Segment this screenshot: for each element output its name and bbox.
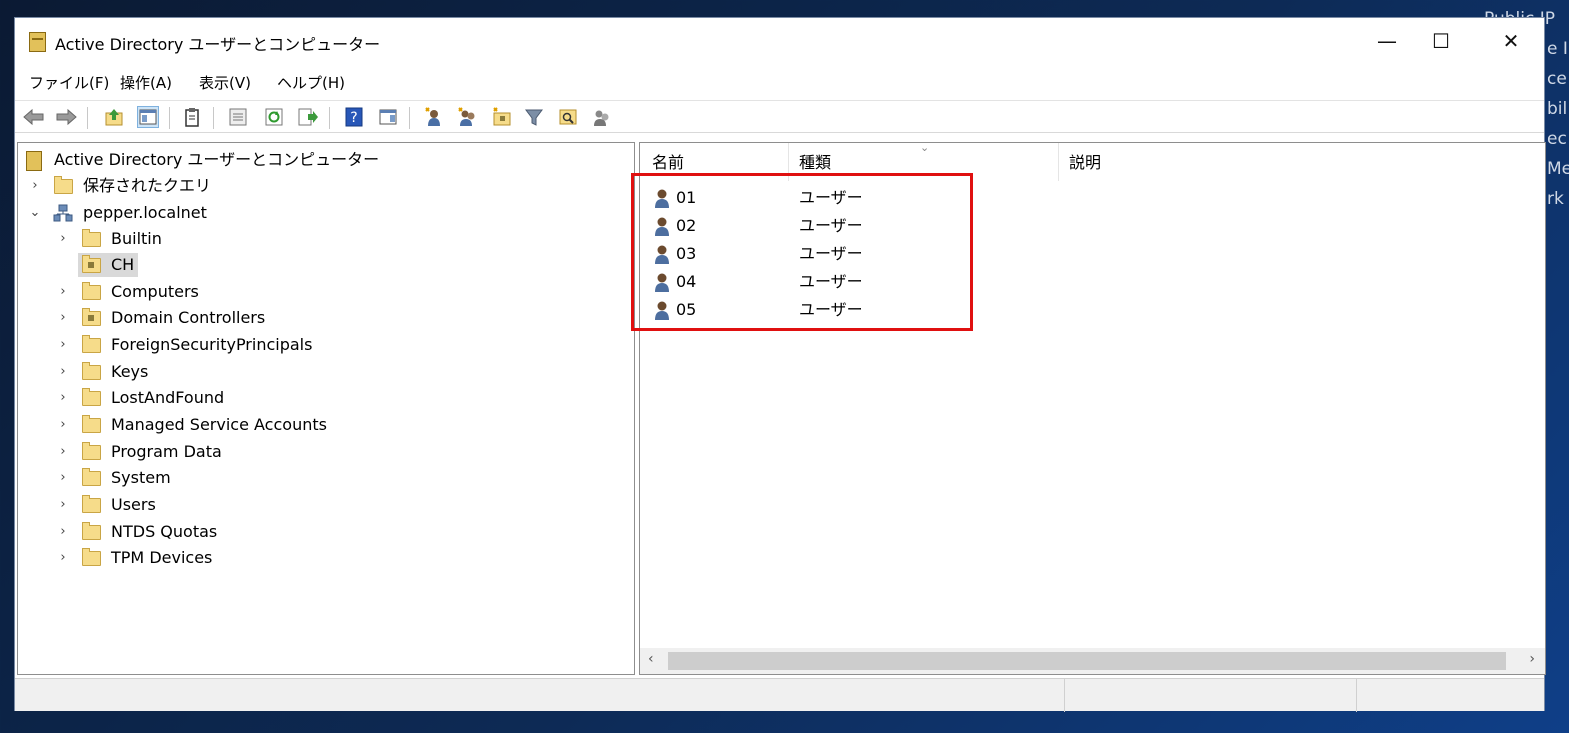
back-arrow-icon[interactable] bbox=[23, 106, 45, 128]
chevron-right-icon[interactable]: › bbox=[56, 440, 70, 464]
ad-console-icon bbox=[26, 151, 42, 171]
chevron-right-icon[interactable]: › bbox=[56, 333, 70, 357]
tree-item-label: Program Data bbox=[111, 442, 222, 461]
menu-help[interactable]: ヘルプ(H) bbox=[277, 72, 345, 93]
folder-icon bbox=[82, 388, 101, 406]
maximize-icon: ☐ bbox=[1432, 29, 1450, 53]
tree-item-label: 保存されたクエリ bbox=[83, 176, 212, 195]
forward-arrow-icon[interactable] bbox=[55, 106, 77, 128]
create-user-icon[interactable] bbox=[423, 106, 445, 128]
menu-bar: ファイル(F) 操作(A) 表示(V) ヘルプ(H) bbox=[15, 70, 1544, 96]
column-header-description[interactable]: 説明 bbox=[1069, 149, 1101, 173]
up-folder-icon[interactable] bbox=[103, 106, 125, 128]
chevron-right-icon[interactable]: › bbox=[56, 280, 70, 304]
scroll-right-icon[interactable]: › bbox=[1529, 651, 1535, 667]
tree-item-label: TPM Devices bbox=[111, 548, 213, 567]
tree-item-label: NTDS Quotas bbox=[111, 522, 218, 541]
folder-icon bbox=[82, 229, 101, 247]
folder-icon bbox=[82, 282, 101, 300]
status-bar bbox=[15, 678, 1544, 712]
close-button[interactable]: ✕ bbox=[1488, 18, 1534, 64]
chevron-right-icon[interactable]: › bbox=[56, 466, 70, 490]
clipboard-icon[interactable] bbox=[181, 106, 203, 128]
ou-folder-icon bbox=[82, 255, 101, 273]
chevron-right-icon[interactable]: › bbox=[28, 174, 42, 198]
chevron-right-icon[interactable]: › bbox=[56, 546, 70, 570]
filter-icon[interactable] bbox=[523, 106, 545, 128]
folder-icon bbox=[82, 442, 101, 460]
tree-root-label: Active Directory ユーザーとコンピューター bbox=[54, 150, 380, 169]
tree-item-label: Computers bbox=[111, 282, 199, 301]
show-action-pane-icon[interactable] bbox=[377, 106, 399, 128]
column-header-name[interactable]: 名前 bbox=[652, 149, 684, 173]
ad-console-icon bbox=[29, 32, 46, 52]
tree-item-label: CH bbox=[111, 255, 135, 274]
tree-item-label: Users bbox=[111, 495, 156, 514]
maximize-button[interactable]: ☐ bbox=[1418, 18, 1464, 64]
properties-icon[interactable] bbox=[227, 106, 249, 128]
tree-item-label: pepper.localnet bbox=[83, 203, 207, 222]
tree-item-label: Keys bbox=[111, 362, 149, 381]
chevron-right-icon[interactable]: › bbox=[56, 520, 70, 544]
create-ou-icon[interactable] bbox=[491, 106, 513, 128]
tree-item-label: Managed Service Accounts bbox=[111, 415, 327, 434]
menu-action[interactable]: 操作(A) bbox=[120, 72, 172, 93]
chevron-down-icon[interactable]: ⌄ bbox=[28, 201, 42, 225]
show-hide-tree-icon[interactable] bbox=[137, 106, 159, 128]
desktop-text-7: rk bbox=[1547, 189, 1564, 209]
chevron-right-icon[interactable]: › bbox=[56, 413, 70, 437]
folder-icon bbox=[82, 415, 101, 433]
folder-icon bbox=[82, 468, 101, 486]
tree-item-label: Domain Controllers bbox=[111, 308, 266, 327]
folder-icon bbox=[82, 335, 101, 353]
menu-view[interactable]: 表示(V) bbox=[199, 72, 251, 93]
sort-descending-icon: ⌄ bbox=[920, 142, 930, 154]
domain-icon bbox=[53, 204, 73, 222]
tree-pane[interactable]: Active Directory ユーザーとコンピューター › 保存されたクエリ… bbox=[17, 142, 635, 675]
desktop-text-3: ce bbox=[1547, 69, 1567, 89]
folder-icon bbox=[82, 362, 101, 380]
tree-item-label: LostAndFound bbox=[111, 388, 225, 407]
app-window: Active Directory ユーザーとコンピューター — ☐ ✕ ファイル… bbox=[14, 17, 1546, 712]
folder-icon bbox=[82, 522, 101, 540]
minimize-icon: — bbox=[1377, 29, 1397, 53]
desktop-text-5: ec bbox=[1547, 129, 1567, 149]
scroll-left-icon[interactable]: ‹ bbox=[648, 651, 654, 667]
chevron-right-icon[interactable]: › bbox=[56, 306, 70, 330]
scrollbar-thumb[interactable] bbox=[668, 652, 1506, 670]
highlight-box bbox=[631, 173, 973, 331]
refresh-icon[interactable] bbox=[263, 106, 285, 128]
add-to-group-icon[interactable] bbox=[591, 106, 613, 128]
ou-folder-icon bbox=[82, 308, 101, 326]
folder-icon bbox=[82, 495, 101, 513]
chevron-right-icon[interactable]: › bbox=[56, 493, 70, 517]
tree-item-label: System bbox=[111, 468, 171, 487]
toolbar: ? bbox=[15, 100, 1544, 133]
chevron-right-icon[interactable]: › bbox=[56, 227, 70, 251]
chevron-right-icon[interactable]: › bbox=[56, 386, 70, 410]
chevron-right-icon[interactable]: › bbox=[56, 360, 70, 384]
tree-item-label: Builtin bbox=[111, 229, 162, 248]
window-title: Active Directory ユーザーとコンピューター bbox=[55, 35, 381, 54]
title-bar[interactable]: Active Directory ユーザーとコンピューター — ☐ ✕ bbox=[15, 18, 1544, 66]
create-group-icon[interactable] bbox=[457, 106, 479, 128]
export-list-icon[interactable] bbox=[297, 106, 319, 128]
svg-text:?: ? bbox=[350, 110, 357, 126]
tree-item-label: ForeignSecurityPrincipals bbox=[111, 335, 313, 354]
desktop-text-4: bil bbox=[1547, 99, 1568, 119]
folder-icon bbox=[54, 176, 73, 194]
horizontal-scrollbar[interactable]: ‹ › bbox=[640, 648, 1545, 674]
help-icon[interactable]: ? bbox=[343, 106, 365, 128]
minimize-button[interactable]: — bbox=[1364, 18, 1410, 64]
desktop-text-6: Me bbox=[1547, 159, 1569, 179]
column-header-type[interactable]: 種類 bbox=[799, 149, 831, 173]
desktop-text-2: e I bbox=[1547, 39, 1568, 59]
menu-file[interactable]: ファイル(F) bbox=[29, 72, 109, 93]
folder-icon bbox=[82, 548, 101, 566]
close-icon: ✕ bbox=[1502, 29, 1520, 53]
find-icon[interactable] bbox=[557, 106, 579, 128]
